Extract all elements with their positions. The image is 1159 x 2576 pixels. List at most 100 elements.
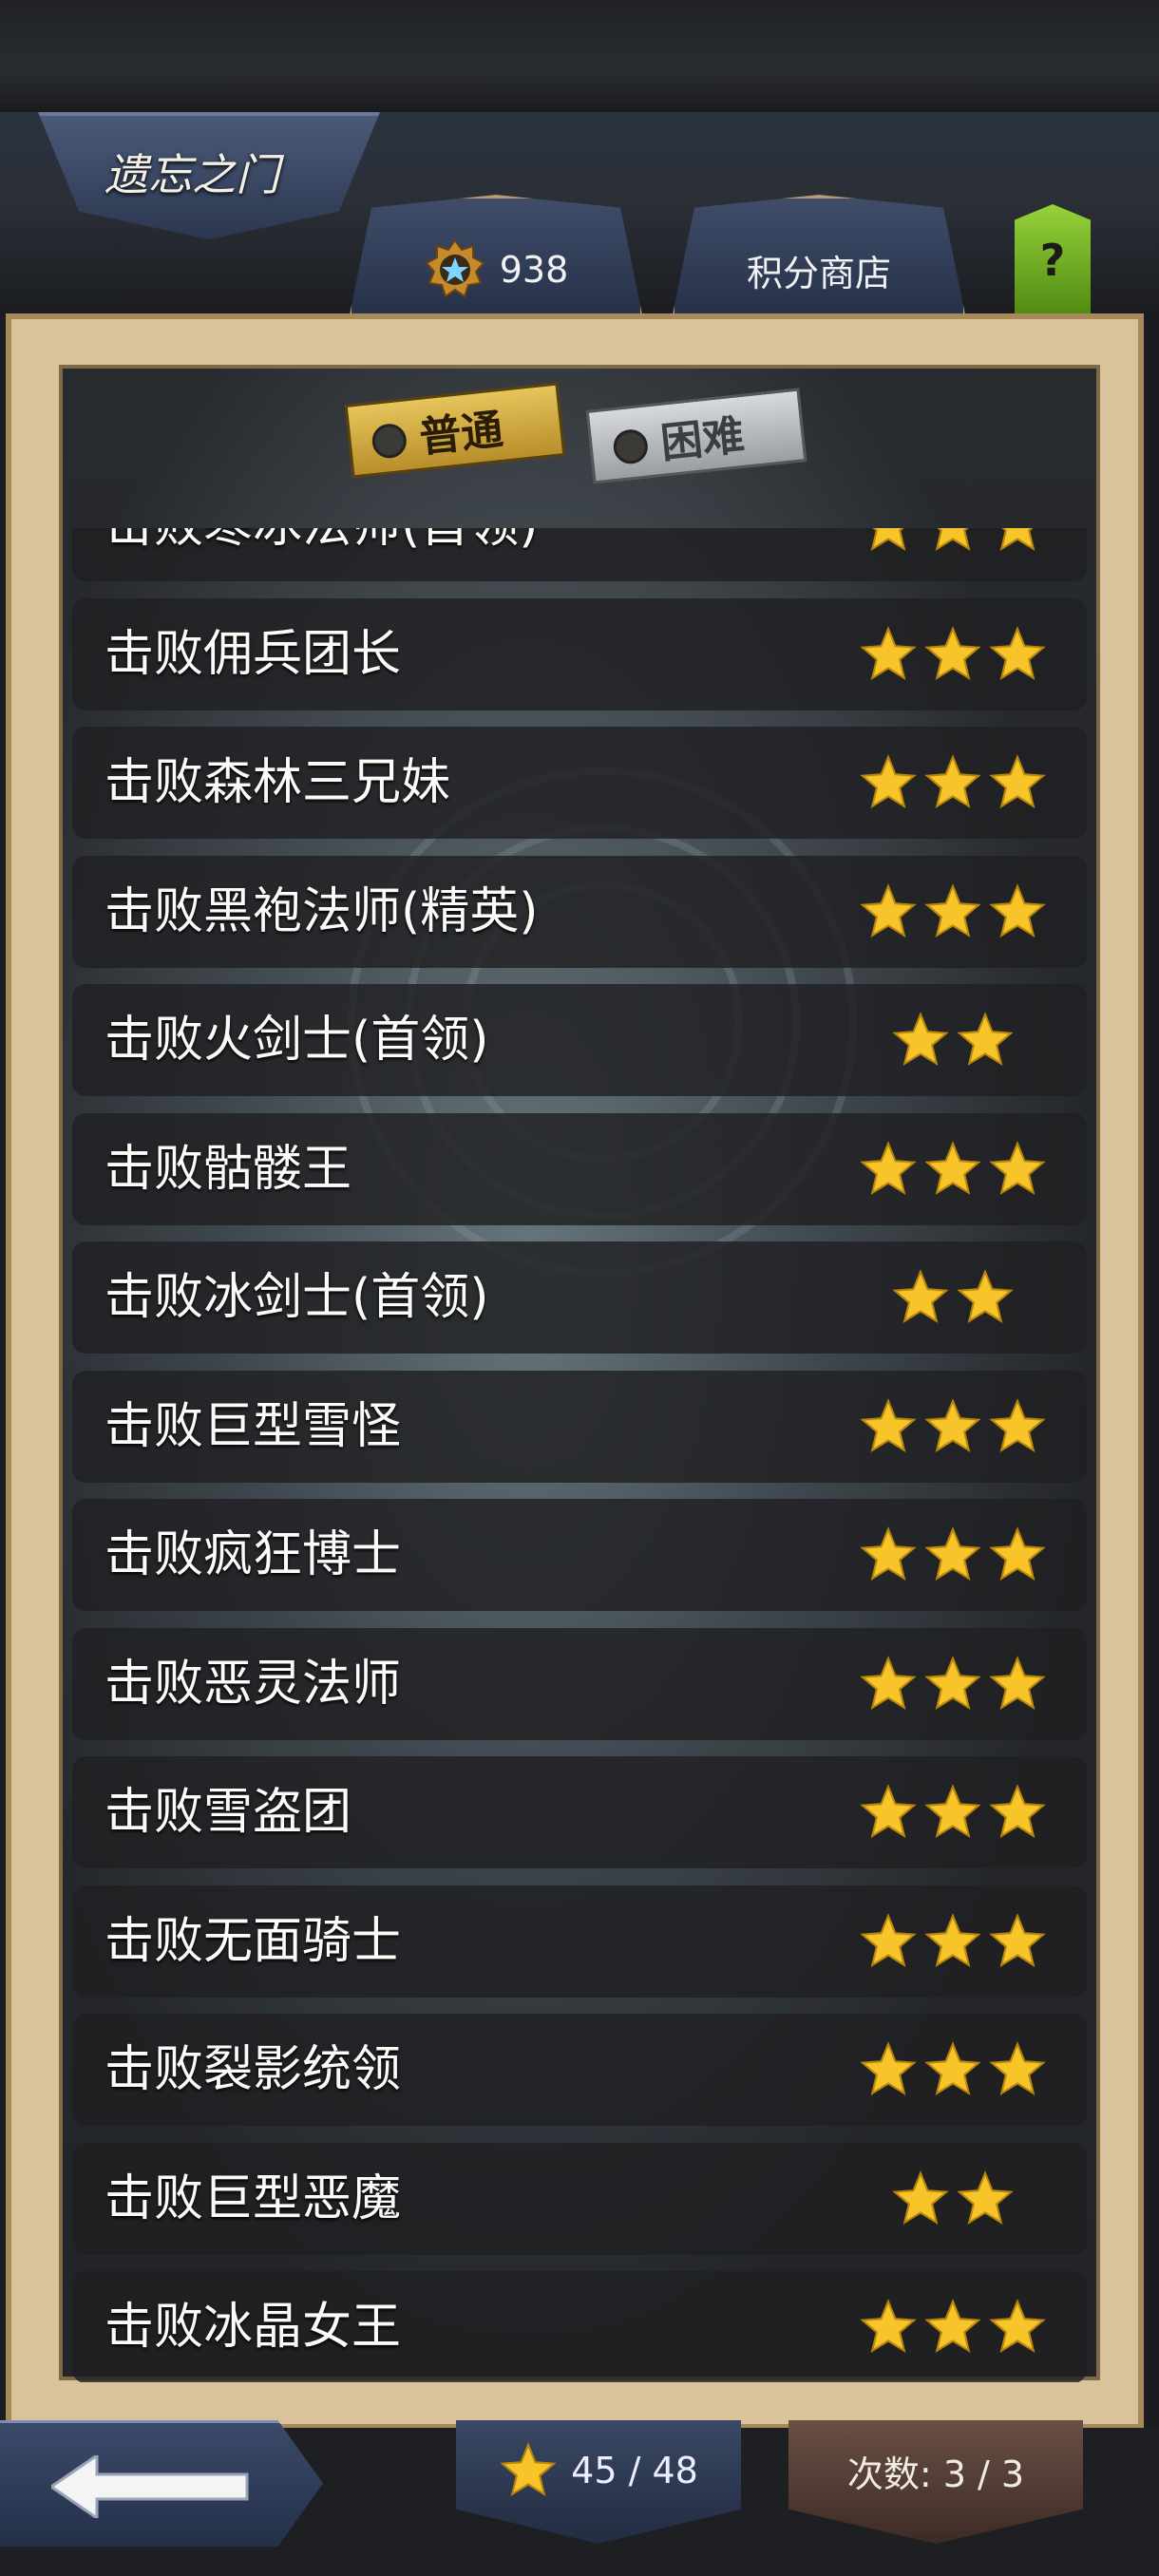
star-icon [989, 1655, 1046, 1710]
star-icon [989, 1784, 1046, 1838]
star-icon [860, 1655, 917, 1710]
star-icon [860, 754, 917, 808]
mission-row[interactable]: 击败冰剑士(首领) [72, 1241, 1087, 1354]
mission-stars [853, 1140, 1053, 1199]
back-arrow-icon [51, 2455, 249, 2518]
mission-stars [853, 528, 1053, 555]
mission-row[interactable]: 击败黑袍法师(精英) [72, 855, 1087, 968]
star-icon [989, 1140, 1046, 1195]
star-icon [860, 1784, 917, 1838]
mission-label: 击败无面骑士 [104, 1912, 402, 1970]
mission-stars [853, 2040, 1053, 2099]
tab-indicator-icon [370, 422, 408, 461]
points-shop-label: 积分商店 [746, 252, 891, 294]
mission-row[interactable]: 击败巨型雪怪 [72, 1370, 1087, 1483]
page-title: 遗忘之门 [104, 149, 279, 200]
mission-stars [853, 1268, 1053, 1327]
mission-label: 击败巨型雪怪 [104, 1397, 402, 1455]
star-icon [989, 1526, 1046, 1581]
star-icon [892, 1012, 949, 1066]
star-icon [924, 1784, 981, 1838]
star-icon [860, 2299, 917, 2353]
tab-indicator-icon [612, 427, 650, 466]
mission-stars [853, 882, 1053, 941]
star-icon [989, 2041, 1046, 2095]
mission-row[interactable]: 击败森林三兄妹 [72, 727, 1087, 839]
star-icon [892, 2169, 949, 2225]
mission-stars [853, 2169, 1053, 2228]
star-icon [924, 625, 981, 680]
mission-row[interactable]: 击败雪盗团 [72, 1756, 1087, 1868]
star-icon [989, 625, 1046, 680]
mission-row[interactable]: 击败佣兵团长 [72, 597, 1087, 710]
star-icon [924, 1140, 981, 1195]
star-icon [860, 1912, 917, 1967]
back-button[interactable] [0, 2420, 323, 2547]
mission-stars [853, 2298, 1053, 2357]
mission-stars [853, 1783, 1053, 1842]
star-icon [989, 2299, 1046, 2353]
star-icon [860, 1397, 917, 1452]
mission-row[interactable]: 击败疯狂博士 [72, 1499, 1087, 1611]
star-icon [957, 1269, 1014, 1323]
mission-stars [853, 1912, 1053, 1971]
mission-stars [853, 1011, 1053, 1070]
top-band [0, 0, 1159, 112]
star-icon [924, 1912, 981, 1967]
mission-row[interactable]: 击败寒冰法师(首领) [72, 528, 1087, 581]
star-icon [860, 2041, 917, 2095]
star-icon [935, 528, 971, 551]
star-icon [924, 754, 981, 808]
currency-display: 938 [348, 195, 644, 324]
mission-stars [853, 625, 1053, 684]
star-icon [860, 625, 917, 680]
star-icon [957, 2169, 1014, 2225]
points-shop-button[interactable]: 积分商店 [671, 195, 967, 324]
mission-label: 击败火剑士(首领) [104, 1012, 489, 1069]
currency-value: 938 [499, 249, 569, 291]
mission-label: 击败冰剑士(首领) [104, 1269, 489, 1326]
star-icon [870, 528, 906, 551]
star-icon [860, 1526, 917, 1581]
tab-normal-label: 普通 [417, 405, 505, 463]
mission-label: 击败寒冰法师(首领) [104, 528, 539, 581]
mission-label: 击败恶灵法师 [104, 1655, 402, 1713]
mission-label: 击败裂影统领 [104, 2041, 402, 2098]
star-icon [860, 1140, 917, 1195]
mission-label: 击败雪盗团 [104, 1784, 352, 1841]
mission-row[interactable]: 击败无面骑士 [72, 1885, 1087, 1998]
star-icon [999, 528, 1036, 551]
mission-row[interactable]: 击败恶灵法师 [72, 1627, 1087, 1740]
star-icon [989, 1912, 1046, 1967]
star-icon [860, 882, 917, 938]
mission-label: 击败骷髅王 [104, 1140, 352, 1198]
star-icon [924, 1397, 981, 1452]
mission-label: 击败森林三兄妹 [104, 754, 451, 811]
star-icon [500, 2442, 557, 2496]
help-button[interactable]: ? [1015, 204, 1091, 316]
star-icon [989, 882, 1046, 938]
star-icon [989, 754, 1046, 808]
mission-row[interactable]: 击败巨型恶魔 [72, 2142, 1087, 2255]
mission-label: 击败巨型恶魔 [104, 2169, 402, 2227]
mission-row[interactable]: 击败火剑士(首领) [72, 984, 1087, 1096]
star-icon [892, 1269, 949, 1323]
star-icon [924, 2041, 981, 2095]
star-icon [924, 1655, 981, 1710]
star-icon [957, 1012, 1014, 1066]
mission-label: 击败黑袍法师(精英) [104, 882, 539, 940]
mission-row[interactable]: 击败骷髅王 [72, 1112, 1087, 1225]
badge-icon [425, 238, 485, 298]
mission-row[interactable]: 击败冰晶女王 [72, 2271, 1087, 2382]
mission-stars [853, 753, 1053, 812]
tab-hard-label: 困难 [658, 410, 747, 468]
stars-progress-value: 45 / 48 [571, 2450, 698, 2491]
mission-label: 击败佣兵团长 [104, 625, 402, 683]
mission-stars [853, 1525, 1053, 1584]
mission-stars [853, 1397, 1053, 1456]
star-icon [989, 1397, 1046, 1452]
mission-row[interactable]: 击败裂影统领 [72, 2014, 1087, 2126]
mission-list[interactable]: 击败寒冰法师(首领) 击败佣兵团长击败森林三兄妹击败黑袍法师(精英) 击败火剑士(首… [72, 528, 1087, 2382]
attempts-value: 次数: 3 / 3 [846, 2453, 1025, 2495]
star-icon [924, 2299, 981, 2353]
